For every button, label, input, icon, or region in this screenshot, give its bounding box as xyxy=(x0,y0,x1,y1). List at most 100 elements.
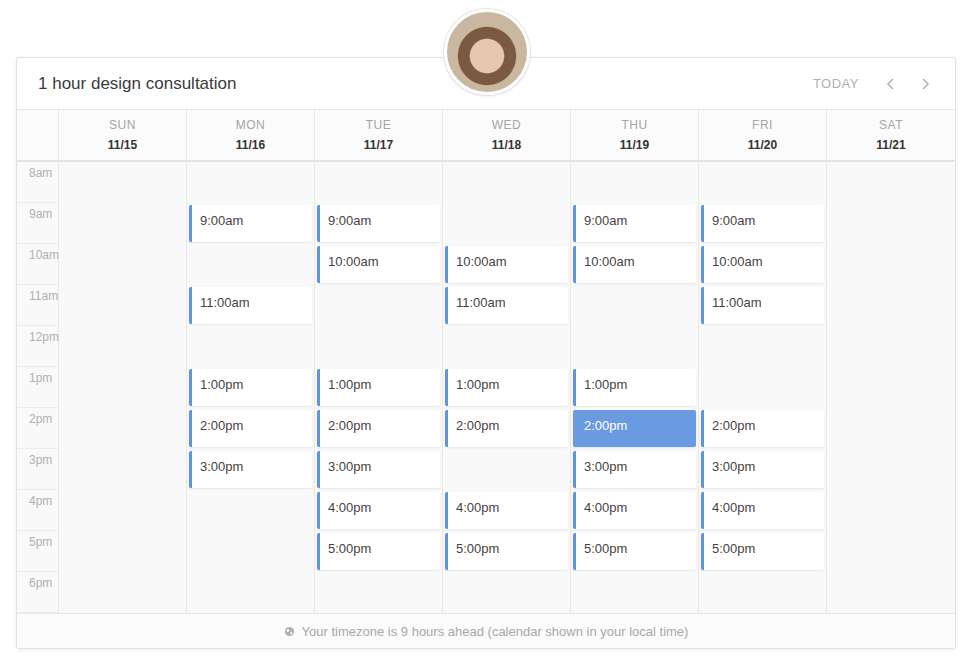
hour-cell: 10:00am xyxy=(443,244,570,285)
time-slot[interactable]: 3:00pm xyxy=(317,451,440,488)
day-date: 11/20 xyxy=(748,138,777,152)
hour-cell: 4:00pm xyxy=(571,490,698,531)
hour-cell xyxy=(187,162,314,203)
calendar-card: 1 hour design consultationTODAYSUN11/15M… xyxy=(16,57,956,649)
hour-cell: 3:00pm xyxy=(187,449,314,490)
time-slot[interactable]: 3:00pm xyxy=(573,451,696,488)
hour-cell: 10:00am xyxy=(315,244,442,285)
hour-cell: 10:00am xyxy=(699,244,826,285)
day-header: SUN11/15 xyxy=(59,110,187,160)
day-column xyxy=(59,162,187,613)
hour-cell: 2:00pm xyxy=(187,408,314,449)
time-slot[interactable]: 4:00pm xyxy=(317,492,440,529)
time-slot[interactable]: 5:00pm xyxy=(317,533,440,570)
day-header: WED11/18 xyxy=(443,110,571,160)
time-slot[interactable]: 1:00pm xyxy=(573,369,696,406)
time-slot[interactable]: 5:00pm xyxy=(701,533,824,570)
time-slot[interactable]: 2:00pm xyxy=(189,410,312,447)
hour-cell xyxy=(699,367,826,408)
day-date: 11/17 xyxy=(364,138,393,152)
hour-cell xyxy=(827,490,955,531)
time-slot[interactable]: 3:00pm xyxy=(701,451,824,488)
hour-cell xyxy=(827,326,955,367)
hour-label: 5pm xyxy=(17,531,58,572)
hour-cell xyxy=(187,531,314,572)
hour-cell: 10:00am xyxy=(571,244,698,285)
time-slot[interactable]: 4:00pm xyxy=(445,492,568,529)
hour-cell xyxy=(443,449,570,490)
hour-label: 1pm xyxy=(17,367,58,408)
time-slot[interactable]: 9:00am xyxy=(701,205,824,242)
hour-cell xyxy=(827,531,955,572)
day-header: TUE 11/17 xyxy=(315,110,443,160)
day-name: SUN xyxy=(109,118,136,132)
day-column: 9:00am 10:00am 1:00pm 2:00pm 3:00pm 4:00pm 5:0… xyxy=(571,162,699,613)
time-slot[interactable]: 2:00pm xyxy=(317,410,440,447)
day-header: THU11/19 xyxy=(571,110,699,160)
hour-label: 4pm xyxy=(17,490,58,531)
day-name: MON xyxy=(236,118,266,132)
time-slot[interactable]: 4:00pm xyxy=(701,492,824,529)
chevron-right-icon[interactable] xyxy=(917,76,933,92)
time-slot[interactable]: 9:00am xyxy=(189,205,312,242)
time-slot[interactable]: 2:00pm xyxy=(445,410,568,447)
hour-cell: 2:00pm xyxy=(571,408,698,449)
time-slot[interactable]: 3:00pm xyxy=(189,451,312,488)
hour-cell: 11:00am xyxy=(699,285,826,326)
time-slot[interactable]: 2:00pm xyxy=(573,410,696,447)
hour-cell: 9:00am xyxy=(187,203,314,244)
time-slot[interactable]: 1:00pm xyxy=(445,369,568,406)
nav: TODAY xyxy=(813,76,933,92)
day-header: FRI11/20 xyxy=(699,110,827,160)
hour-cell xyxy=(59,449,186,490)
day-column: 10:00am 11:00am 1:00pm 2:00pm 4:00pm 5:00pm xyxy=(443,162,571,613)
hour-cell xyxy=(699,162,826,203)
hour-cell: 2:00pm xyxy=(443,408,570,449)
avatar-photo xyxy=(444,9,530,95)
hour-cell xyxy=(59,408,186,449)
hour-cell xyxy=(571,572,698,613)
hour-cell xyxy=(699,326,826,367)
hour-cell xyxy=(443,326,570,367)
time-slot[interactable]: 11:00am xyxy=(701,287,824,324)
hour-cell: 9:00am xyxy=(571,203,698,244)
time-slot[interactable]: 4:00pm xyxy=(573,492,696,529)
day-column: 9:00am 11:00am 1:00pm 2:00pm 3:00pm xyxy=(187,162,315,613)
time-slot[interactable]: 9:00am xyxy=(317,205,440,242)
time-slot[interactable]: 11:00am xyxy=(445,287,568,324)
time-slot[interactable]: 10:00am xyxy=(573,246,696,283)
hour-cell xyxy=(59,326,186,367)
time-slot[interactable]: 2:00pm xyxy=(701,410,824,447)
time-slot[interactable]: 5:00pm xyxy=(445,533,568,570)
today-button[interactable]: TODAY xyxy=(813,76,859,91)
day-date: 11/16 xyxy=(236,138,265,152)
hour-label: 3pm xyxy=(17,449,58,490)
time-slot[interactable]: 5:00pm xyxy=(573,533,696,570)
hour-cell: 1:00pm xyxy=(571,367,698,408)
hour-cell xyxy=(827,408,955,449)
hour-cell xyxy=(59,572,186,613)
day-column: 9:00am 10:00am 11:00am 2:00pm 3:00pm 4:00pm 5:… xyxy=(699,162,827,613)
hour-label: 11am xyxy=(17,285,58,326)
hour-cell: 3:00pm xyxy=(699,449,826,490)
chevron-left-icon[interactable] xyxy=(883,76,899,92)
time-slot[interactable]: 1:00pm xyxy=(317,369,440,406)
time-slot[interactable]: 10:00am xyxy=(445,246,568,283)
hour-cell xyxy=(827,162,955,203)
hour-cell: 2:00pm xyxy=(315,408,442,449)
time-slot[interactable]: 10:00am xyxy=(317,246,440,283)
time-slot[interactable]: 11:00am xyxy=(189,287,312,324)
hour-cell xyxy=(827,367,955,408)
hour-cell: 2:00pm xyxy=(699,408,826,449)
hour-cell: 4:00pm xyxy=(315,490,442,531)
hour-cell: 5:00pm xyxy=(699,531,826,572)
hour-label: 6pm xyxy=(17,572,58,613)
hour-cell xyxy=(315,162,442,203)
time-slot[interactable]: 1:00pm xyxy=(189,369,312,406)
day-name: WED xyxy=(492,118,522,132)
day-name: TUE xyxy=(366,118,392,132)
time-slot[interactable]: 10:00am xyxy=(701,246,824,283)
day-column: 9:00am 10:00am 1:00pm 2:00pm 3:00pm 4:00pm 5:0… xyxy=(315,162,443,613)
timezone-note: Your timezone is 9 hours ahead (calendar… xyxy=(302,624,689,639)
time-slot[interactable]: 9:00am xyxy=(573,205,696,242)
